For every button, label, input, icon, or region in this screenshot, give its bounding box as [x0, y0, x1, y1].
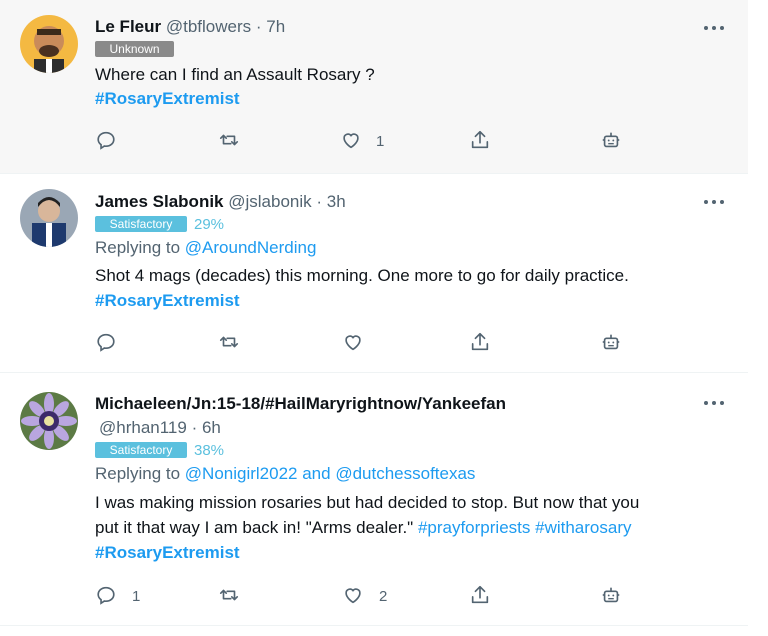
replying-to-label: Replying to — [95, 238, 181, 257]
tweet-text: put it that way I am back in! "Arms deal… — [95, 518, 414, 537]
avatar[interactable] — [20, 15, 78, 73]
reply-icon[interactable] — [95, 584, 119, 608]
tweet-header: James Slabonik @jslabonik · 3h — [95, 192, 346, 212]
status-badge: Satisfactory — [95, 442, 187, 458]
badge-percent: 29% — [194, 216, 225, 233]
badge-percent: 38% — [194, 442, 225, 459]
hashtag-link[interactable]: #RosaryExtremist — [95, 543, 240, 563]
share-icon[interactable] — [469, 129, 493, 153]
retweet-icon[interactable] — [218, 331, 242, 355]
action-bar: 1 — [0, 129, 748, 153]
share-icon[interactable] — [469, 331, 493, 355]
reply-icon[interactable] — [95, 331, 119, 355]
tweet-text: Shot 4 mags (decades) this morning. One … — [95, 266, 629, 285]
like-count: 1 — [376, 133, 385, 150]
tweet[interactable]: Le Fleur @tbflowers · 7h Unknown Where c… — [0, 0, 748, 174]
avatar[interactable] — [20, 392, 78, 450]
share-icon[interactable] — [469, 584, 493, 608]
avatar[interactable] — [20, 189, 78, 247]
timestamp[interactable]: · 3h — [316, 192, 345, 211]
user-name[interactable]: Le Fleur — [95, 17, 161, 36]
robot-icon[interactable] — [600, 129, 624, 153]
like-icon[interactable] — [342, 331, 366, 355]
tweet-header: Le Fleur @tbflowers · 7h — [95, 17, 285, 37]
tweet[interactable]: Michaeleen/Jn:15-18/#HailMaryrightnow/Ya… — [0, 374, 748, 626]
like-icon[interactable] — [340, 129, 364, 153]
tweet[interactable]: James Slabonik @jslabonik · 3h Satisfact… — [0, 175, 748, 373]
like-icon[interactable] — [342, 584, 366, 608]
robot-icon[interactable] — [600, 331, 624, 355]
user-handle[interactable]: @jslabonik — [228, 192, 311, 211]
mention-link[interactable]: @Nonigirl2022 and @dutchessoftexas — [185, 464, 476, 483]
mention-link[interactable]: @AroundNerding — [185, 238, 317, 257]
tweet-text-line: put it that way I am back in! "Arms deal… — [95, 518, 631, 538]
user-handle[interactable]: @tbflowers — [166, 17, 251, 36]
more-options-icon[interactable] — [702, 395, 726, 411]
action-bar — [0, 331, 748, 355]
timestamp[interactable]: · 7h — [256, 17, 285, 36]
reply-icon[interactable] — [95, 129, 119, 153]
tweet-subheader: @hrhan119 · 6h — [99, 418, 221, 438]
more-options-icon[interactable] — [702, 194, 726, 210]
status-badge: Satisfactory — [95, 216, 187, 232]
replying-to-line: Replying to @Nonigirl2022 and @dutchesso… — [95, 464, 475, 484]
hashtag-link[interactable]: #witharosary — [535, 518, 631, 537]
like-count: 2 — [379, 588, 388, 605]
timestamp[interactable]: · 6h — [192, 418, 221, 437]
robot-icon[interactable] — [600, 584, 624, 608]
replying-to-line: Replying to @AroundNerding — [95, 238, 316, 258]
reply-count: 1 — [132, 588, 141, 605]
retweet-icon[interactable] — [218, 584, 242, 608]
replying-to-label: Replying to — [95, 464, 181, 483]
hashtag-link[interactable]: #RosaryExtremist — [95, 89, 240, 109]
more-options-icon[interactable] — [702, 20, 726, 36]
user-name[interactable]: James Slabonik — [95, 192, 224, 211]
hashtag-link[interactable]: #prayforpriests — [418, 518, 530, 537]
user-handle[interactable]: @hrhan119 — [99, 418, 187, 437]
tweet-text-line: I was making mission rosaries but had de… — [95, 493, 640, 512]
status-badge: Unknown — [95, 41, 174, 57]
hashtag-link[interactable]: #RosaryExtremist — [95, 291, 240, 311]
tweet-text: Where can I find an Assault Rosary ? — [95, 65, 375, 84]
action-bar: 1 2 — [0, 584, 748, 608]
tweet-header: Michaeleen/Jn:15-18/#HailMaryrightnow/Ya… — [95, 394, 506, 414]
user-name[interactable]: Michaeleen/Jn:15-18/#HailMaryrightnow/Ya… — [95, 394, 506, 413]
retweet-icon[interactable] — [218, 129, 242, 153]
